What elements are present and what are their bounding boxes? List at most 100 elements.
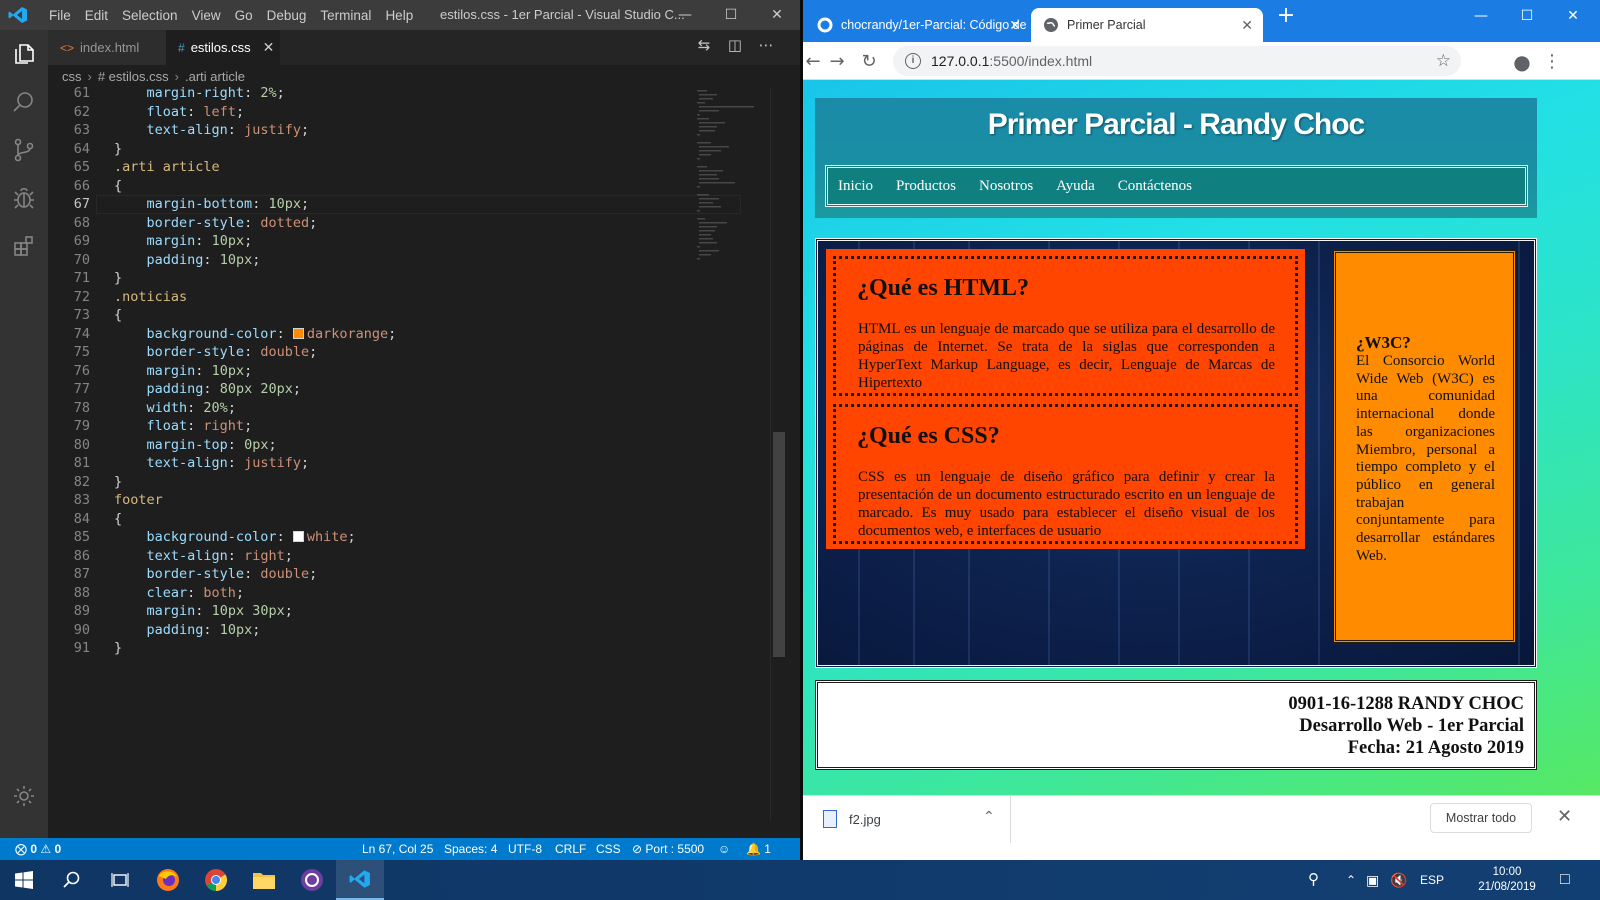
volume-muted-icon[interactable]: 🔇 xyxy=(1390,860,1407,900)
search-icon[interactable] xyxy=(48,860,96,900)
code-line[interactable]: 69 margin: 10px; xyxy=(48,232,784,251)
code-line[interactable]: 67 margin-bottom: 10px; xyxy=(48,195,784,214)
cursor-position[interactable]: Ln 67, Col 25 xyxy=(362,838,433,860)
code-line[interactable]: 65 .arti article xyxy=(48,158,784,177)
app-icon[interactable] xyxy=(288,860,336,900)
chevron-up-icon[interactable]: ⌃ xyxy=(1346,860,1356,900)
live-server-port[interactable]: ⊘ Port : 5500 xyxy=(632,838,704,860)
address-bar[interactable]: i 127.0.0.1:5500/index.html ☆ xyxy=(893,46,1461,76)
file-explorer-icon[interactable] xyxy=(240,860,288,900)
scrollbar-thumb[interactable] xyxy=(773,432,785,657)
menu-file[interactable]: File xyxy=(42,8,78,23)
chrome-icon[interactable] xyxy=(192,860,240,900)
code-line[interactable]: 83 footer xyxy=(48,491,784,510)
close-download-bar-icon[interactable]: ✕ xyxy=(1557,806,1572,827)
nav-link-nosotros[interactable]: Nosotros xyxy=(979,178,1033,195)
firefox-icon[interactable] xyxy=(144,860,192,900)
extensions-icon[interactable] xyxy=(0,222,48,270)
new-tab-plus-icon[interactable]: + xyxy=(1263,4,1309,28)
breadcrumb-symbol[interactable]: .arti article xyxy=(185,69,245,84)
nav-link-productos[interactable]: Productos xyxy=(896,178,956,195)
menu-view[interactable]: View xyxy=(185,8,228,23)
close-icon[interactable]: ✕ xyxy=(1550,4,1596,28)
nav-link-ayuda[interactable]: Ayuda xyxy=(1056,178,1095,195)
nav-link-inicio[interactable]: Inicio xyxy=(838,178,873,195)
menu-help[interactable]: Help xyxy=(378,8,420,23)
download-item[interactable]: f2.jpg ⌃ xyxy=(803,796,1011,843)
close-tab-icon[interactable]: ✕ xyxy=(1009,17,1021,34)
forward-arrow-icon[interactable]: → xyxy=(825,50,849,74)
start-icon[interactable] xyxy=(0,860,48,900)
vscode-icon[interactable] xyxy=(336,860,384,900)
debug-icon[interactable] xyxy=(0,174,48,222)
search-icon[interactable] xyxy=(0,78,48,126)
code-line[interactable]: 79 float: right; xyxy=(48,417,784,436)
code-line[interactable]: 87 border-style: double; xyxy=(48,565,784,584)
menu-terminal[interactable]: Terminal xyxy=(313,8,378,23)
back-arrow-icon[interactable]: ← xyxy=(801,50,825,74)
code-line[interactable]: 91} xyxy=(48,639,784,658)
action-center-icon[interactable]: □ xyxy=(1560,860,1570,900)
maximize-icon[interactable]: ☐ xyxy=(708,0,754,30)
code-line[interactable]: 70 padding: 10px; xyxy=(48,251,784,270)
reload-icon[interactable]: ↻ xyxy=(857,50,881,74)
explorer-icon[interactable] xyxy=(0,30,48,78)
code-line[interactable]: 64} xyxy=(48,140,784,159)
notifications-bell-icon[interactable]: 🔔 1 xyxy=(746,838,771,860)
encoding[interactable]: UTF-8 xyxy=(508,838,542,860)
language-mode[interactable]: CSS xyxy=(596,838,621,860)
system-clock[interactable]: 10:00 21/08/2019 xyxy=(1472,865,1542,895)
minimize-icon[interactable]: — xyxy=(662,0,708,30)
more-actions-icon[interactable]: ⋯ xyxy=(754,36,778,58)
bookmark-star-icon[interactable]: ☆ xyxy=(1436,46,1451,76)
code-line[interactable]: 61 margin-right: 2%; xyxy=(48,87,784,103)
code-line[interactable]: 90 padding: 10px; xyxy=(48,621,784,640)
code-editor[interactable]: 61 margin-right: 2%; 62 float: left; 63 te… xyxy=(48,87,784,821)
editor-scrollbar[interactable] xyxy=(770,87,785,821)
code-line[interactable]: 77 padding: 80px 20px; xyxy=(48,380,784,399)
nav-link-contactenos[interactable]: Contáctenos xyxy=(1118,178,1192,195)
code-line[interactable]: 68 border-style: dotted; xyxy=(48,214,784,233)
tab-index-html[interactable]: <> index.html xyxy=(48,30,166,65)
code-line[interactable]: 85 background-color: white; xyxy=(48,528,784,547)
code-line[interactable]: 86 text-align: right; xyxy=(48,547,784,566)
tab-github[interactable]: chocrandy/1er-Parcial: Código de ✕ xyxy=(805,8,1031,42)
chrome-menu-icon[interactable]: ⋮ xyxy=(1540,50,1564,74)
code-line[interactable]: 89 margin: 10px 30px; xyxy=(48,602,784,621)
menu-edit[interactable]: Edit xyxy=(78,8,115,23)
breadcrumb-file[interactable]: # estilos.css xyxy=(98,69,169,84)
line-ending[interactable]: CRLF xyxy=(555,838,586,860)
breadcrumb-folder[interactable]: css xyxy=(62,69,82,84)
info-icon[interactable]: i xyxy=(905,53,921,69)
close-tab-icon[interactable]: ✕ xyxy=(263,39,275,56)
code-line[interactable]: 80 margin-top: 0px; xyxy=(48,436,784,455)
network-icon[interactable]: ▣ xyxy=(1366,860,1379,900)
color-swatch-icon[interactable] xyxy=(292,531,304,542)
close-tab-icon[interactable]: ✕ xyxy=(1241,17,1253,34)
problems-indicator[interactable]: ⨂ 0 ⚠ 0 xyxy=(15,838,61,860)
code-line[interactable]: 82} xyxy=(48,473,784,492)
input-language[interactable]: ESP xyxy=(1420,860,1444,900)
chevron-up-icon[interactable]: ⌃ xyxy=(983,808,995,825)
tab-estilos-css[interactable]: # estilos.css ✕ xyxy=(166,30,280,65)
show-all-button[interactable]: Mostrar todo xyxy=(1430,803,1532,833)
code-line[interactable]: 62 float: left; xyxy=(48,103,784,122)
code-line[interactable]: 74 background-color: darkorange; xyxy=(48,325,784,344)
code-line[interactable]: 76 margin: 10px; xyxy=(48,362,784,381)
menu-debug[interactable]: Debug xyxy=(260,8,314,23)
close-icon[interactable]: ✕ xyxy=(754,0,800,30)
code-line[interactable]: 73 { xyxy=(48,306,784,325)
minimap[interactable] xyxy=(695,87,770,267)
code-line[interactable]: 84 { xyxy=(48,510,784,529)
color-swatch-icon[interactable] xyxy=(292,327,304,339)
task-view-icon[interactable] xyxy=(96,860,144,900)
menu-go[interactable]: Go xyxy=(228,8,260,23)
code-line[interactable]: 88 clear: both; xyxy=(48,584,784,603)
compare-changes-icon[interactable]: ⇆ xyxy=(692,36,716,58)
minimize-icon[interactable]: — xyxy=(1458,4,1504,28)
settings-gear-icon[interactable] xyxy=(0,772,48,820)
code-line[interactable]: 63 text-align: justify; xyxy=(48,121,784,140)
feedback-smiley-icon[interactable]: ☺ xyxy=(718,838,730,860)
maximize-icon[interactable]: ☐ xyxy=(1504,4,1550,28)
menu-selection[interactable]: Selection xyxy=(115,8,185,23)
